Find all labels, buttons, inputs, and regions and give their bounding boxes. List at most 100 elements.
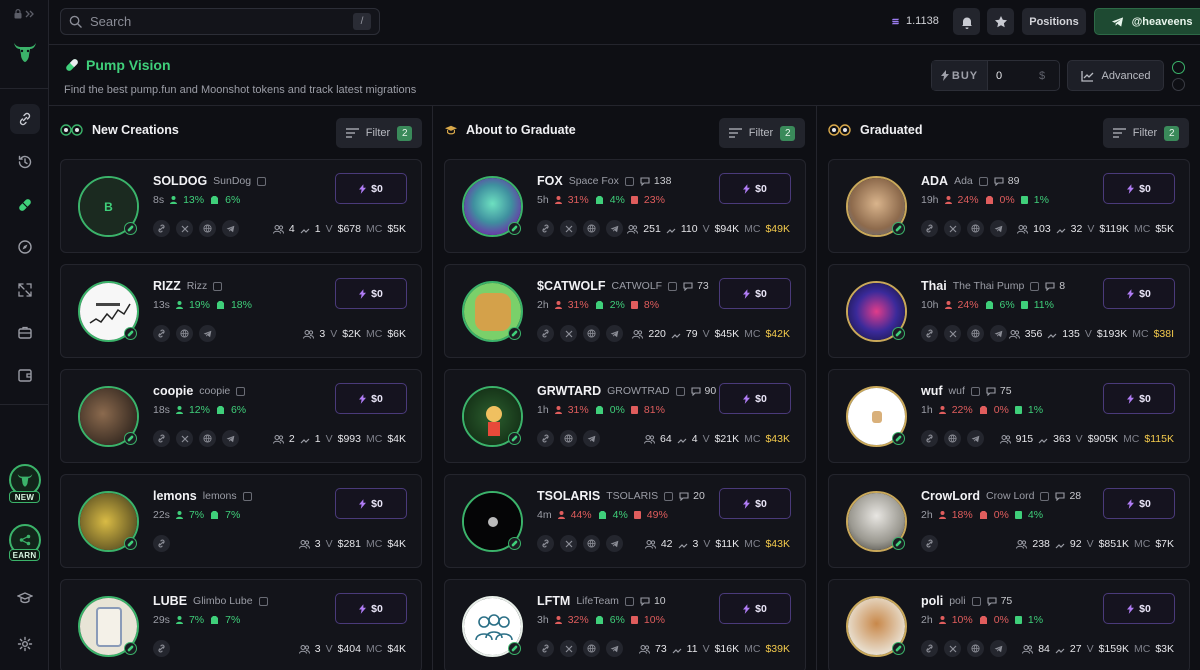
earn-badge[interactable]: EARN: [9, 549, 40, 561]
token-ticker[interactable]: poli: [921, 594, 943, 608]
telegram-icon[interactable]: [222, 220, 239, 237]
x-icon[interactable]: [560, 220, 577, 237]
quick-buy-button[interactable]: $0: [719, 593, 791, 624]
telegram-icon[interactable]: [606, 220, 623, 237]
quick-buy-button[interactable]: $0: [335, 278, 407, 309]
advanced-button[interactable]: Advanced: [1067, 60, 1164, 91]
globe-icon[interactable]: [967, 640, 984, 657]
token-ticker[interactable]: $CATWOLF: [537, 279, 606, 293]
telegram-icon[interactable]: [583, 430, 600, 447]
globe-icon[interactable]: [583, 535, 600, 552]
x-icon[interactable]: [944, 220, 961, 237]
link-icon[interactable]: [153, 430, 170, 447]
nav-history[interactable]: [10, 147, 40, 177]
globe-icon[interactable]: [967, 325, 984, 342]
link-icon[interactable]: [921, 640, 938, 657]
token-card[interactable]: coopie coopie 18s 12% 6% 2 1 V $993 MC $…: [60, 369, 422, 463]
token-card[interactable]: GRWTARD GROWTRAD 90 1h 31% 0% 81% 64 4 V…: [444, 369, 806, 463]
copy-icon[interactable]: [624, 176, 634, 186]
link-icon[interactable]: [153, 325, 170, 342]
link-icon[interactable]: [537, 430, 554, 447]
x-icon[interactable]: [560, 535, 577, 552]
telegram-icon[interactable]: [606, 325, 623, 342]
quick-buy-button[interactable]: $0: [719, 278, 791, 309]
telegram-button[interactable]: @heaveens: [1094, 8, 1200, 35]
status-dot-gray[interactable]: [1172, 78, 1185, 91]
link-icon[interactable]: [537, 535, 554, 552]
copy-icon[interactable]: [668, 281, 678, 291]
x-icon[interactable]: [944, 640, 961, 657]
token-card[interactable]: poli poli 75 2h 10% 0% 1% 84 27 V $159K …: [828, 579, 1190, 670]
token-ticker[interactable]: ADA: [921, 174, 948, 188]
copy-icon[interactable]: [236, 386, 246, 396]
token-ticker[interactable]: coopie: [153, 384, 193, 398]
telegram-icon[interactable]: [990, 640, 1007, 657]
token-card[interactable]: lemons lemons 22s 7% 7% 3 V $281 MC $4K …: [60, 474, 422, 568]
x-icon[interactable]: [560, 640, 577, 657]
globe-icon[interactable]: [560, 430, 577, 447]
copy-icon[interactable]: [213, 281, 223, 291]
copy-icon[interactable]: [1030, 281, 1040, 291]
link-icon[interactable]: [921, 535, 938, 552]
copy-icon[interactable]: [258, 596, 268, 606]
buy-amount[interactable]: 0: [988, 70, 1039, 82]
lock-icon[interactable]: [14, 9, 22, 19]
nav-pump-vision[interactable]: [10, 190, 40, 220]
globe-icon[interactable]: [583, 220, 600, 237]
token-card[interactable]: FOX Space Fox 138 5h 31% 4% 23% 251 110 …: [444, 159, 806, 253]
nav-migrations[interactable]: [10, 275, 40, 305]
rail-top-controls[interactable]: [0, 0, 48, 28]
link-icon[interactable]: [153, 220, 170, 237]
nav-wallet[interactable]: [10, 360, 40, 390]
token-ticker[interactable]: LFTM: [537, 594, 570, 608]
telegram-icon[interactable]: [990, 220, 1007, 237]
nav-portfolio[interactable]: [10, 317, 40, 347]
token-ticker[interactable]: lemons: [153, 489, 197, 503]
token-card[interactable]: B SOLDOG SunDog 8s 13% 6% 4 1 V $678 MC …: [60, 159, 422, 253]
nav-settings[interactable]: [10, 629, 40, 659]
telegram-icon[interactable]: [606, 640, 623, 657]
quick-buy-button[interactable]: $0: [1103, 593, 1175, 624]
token-ticker[interactable]: wuf: [921, 384, 943, 398]
telegram-icon[interactable]: [606, 535, 623, 552]
copy-icon[interactable]: [978, 176, 988, 186]
link-icon[interactable]: [537, 325, 554, 342]
x-icon[interactable]: [944, 325, 961, 342]
copy-icon[interactable]: [242, 491, 252, 501]
quick-buy-button[interactable]: $0: [1103, 383, 1175, 414]
link-icon[interactable]: [537, 640, 554, 657]
nav-discover[interactable]: [10, 232, 40, 262]
copy-icon[interactable]: [971, 596, 981, 606]
globe-icon[interactable]: [583, 325, 600, 342]
token-card[interactable]: LFTM LifeTeam 10 3h 32% 6% 10% 73 11 V $…: [444, 579, 806, 670]
globe-icon[interactable]: [944, 430, 961, 447]
quick-buy-button[interactable]: $0: [1103, 173, 1175, 204]
token-ticker[interactable]: GRWTARD: [537, 384, 601, 398]
expand-icon[interactable]: [25, 10, 35, 18]
quick-buy-button[interactable]: $0: [719, 173, 791, 204]
telegram-icon[interactable]: [990, 325, 1007, 342]
globe-icon[interactable]: [176, 325, 193, 342]
link-icon[interactable]: [921, 220, 938, 237]
positions-button[interactable]: Positions: [1022, 8, 1086, 35]
globe-icon[interactable]: [199, 220, 216, 237]
globe-icon[interactable]: [583, 640, 600, 657]
token-ticker[interactable]: SOLDOG: [153, 174, 207, 188]
new-badge[interactable]: NEW: [9, 491, 40, 503]
token-card[interactable]: RIZZ Rizz 13s 19% 18% 3 V $2K MC $6K $0: [60, 264, 422, 358]
token-ticker[interactable]: Thai: [921, 279, 947, 293]
globe-icon[interactable]: [199, 430, 216, 447]
token-card[interactable]: CrowLord Crow Lord 28 2h 18% 0% 4% 238 9…: [828, 474, 1190, 568]
token-ticker[interactable]: FOX: [537, 174, 563, 188]
copy-icon[interactable]: [1040, 491, 1050, 501]
copy-icon[interactable]: [664, 491, 674, 501]
quick-buy-button[interactable]: $0: [335, 488, 407, 519]
token-ticker[interactable]: RIZZ: [153, 279, 181, 293]
quick-buy-button[interactable]: $0: [335, 593, 407, 624]
token-card[interactable]: Thai The Thai Pump 8 10h 24% 6% 11% 356 …: [828, 264, 1190, 358]
copy-icon[interactable]: [257, 176, 267, 186]
token-card[interactable]: ADA Ada 89 19h 24% 0% 1% 103 32 V $119K …: [828, 159, 1190, 253]
quick-buy-button[interactable]: $0: [335, 173, 407, 204]
filter-button[interactable]: Filter 2: [719, 118, 805, 148]
status-dot-green[interactable]: [1172, 61, 1185, 74]
